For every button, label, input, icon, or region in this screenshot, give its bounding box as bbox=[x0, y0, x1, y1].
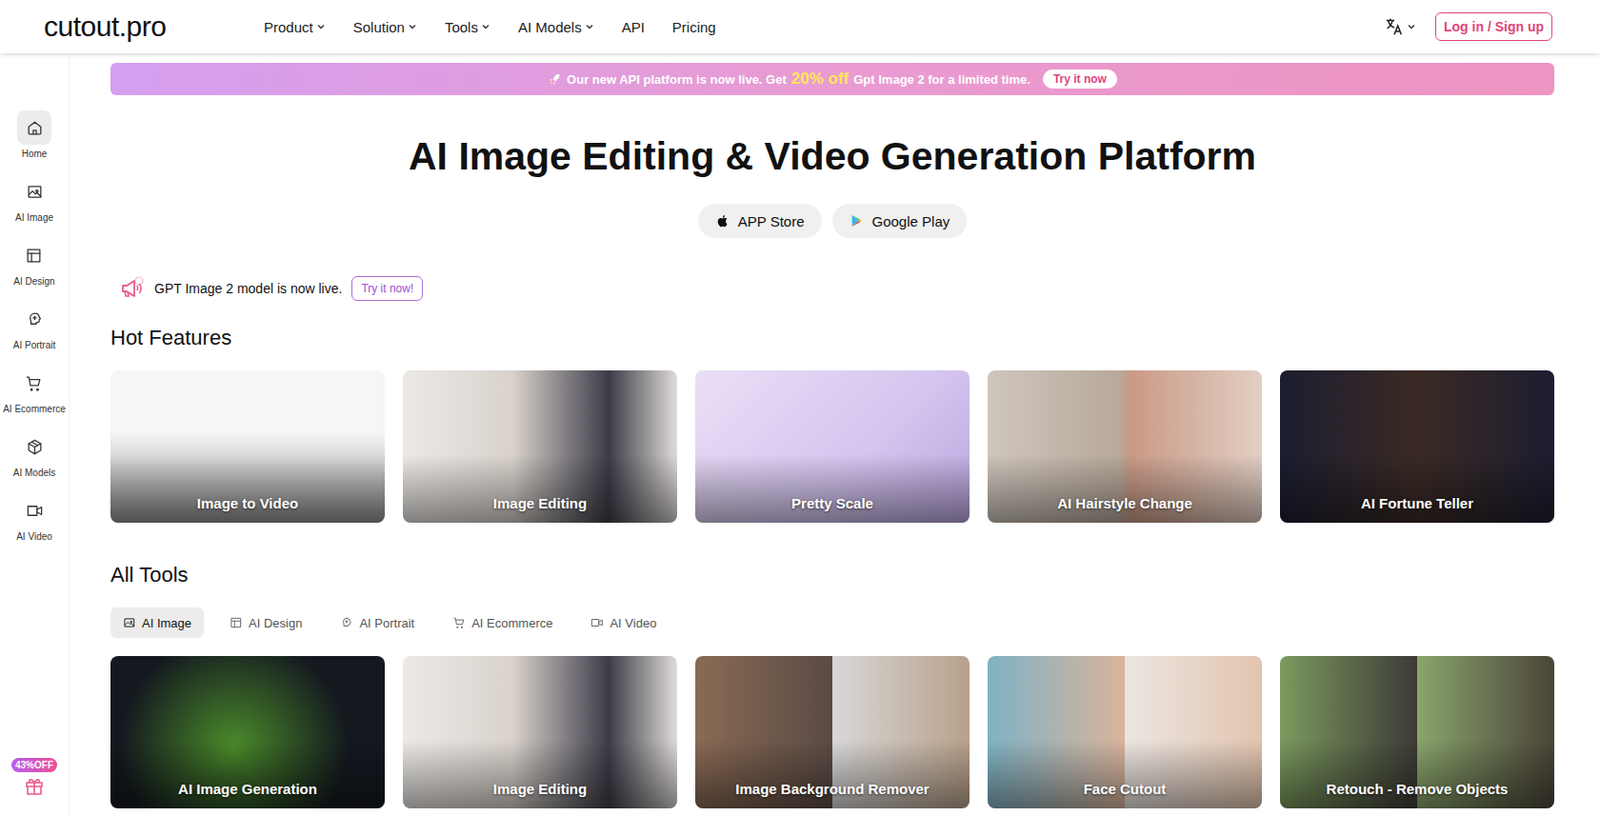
tool-card[interactable]: Image Background Remover bbox=[695, 656, 970, 809]
feature-card[interactable]: AI Fortune Teller bbox=[1280, 370, 1555, 523]
rocket-icon bbox=[547, 72, 562, 87]
store-buttons: APP Store Google Play bbox=[110, 203, 1555, 239]
all-tools-title: All Tools bbox=[110, 561, 1555, 589]
store-button[interactable]: Google Play bbox=[832, 203, 968, 239]
promo[interactable]: 43%OFF bbox=[11, 758, 58, 798]
sidebar-icon-box bbox=[17, 174, 52, 209]
chevron-down-icon bbox=[407, 21, 418, 32]
page: cutout.proProductSolutionToolsAI ModelsA… bbox=[0, 0, 1600, 816]
sidebar-item[interactable]: AI Portrait bbox=[13, 301, 56, 366]
sidebar-item[interactable]: AI Video bbox=[16, 493, 53, 558]
hero-title: AI Image Editing & Video Generation Plat… bbox=[110, 131, 1555, 181]
language-switch[interactable] bbox=[1383, 16, 1417, 38]
main-nav: Product Solution Tools AI Models API Pricing bbox=[263, 19, 717, 36]
tool-card[interactable]: Face Cutout bbox=[987, 656, 1262, 809]
nav-item[interactable]: AI Models bbox=[518, 19, 595, 36]
try-model-button[interactable]: Try it now! bbox=[351, 276, 423, 301]
tool-tab[interactable]: AI Design bbox=[217, 607, 315, 639]
sidebar-icon-box bbox=[17, 429, 52, 464]
sidebar-icon-box bbox=[17, 238, 52, 273]
tool-tab[interactable]: AI Portrait bbox=[327, 607, 427, 639]
hot-features-title: Hot Features bbox=[110, 324, 1555, 352]
discount-badge: 43%OFF bbox=[11, 758, 58, 773]
tab-icon bbox=[229, 616, 243, 630]
chevron-down-icon bbox=[1406, 21, 1417, 32]
sidebar-item[interactable]: AI Ecommerce bbox=[2, 365, 66, 430]
tool-card[interactable]: Retouch - Remove Objects bbox=[1280, 656, 1555, 809]
tab-icon bbox=[122, 616, 137, 630]
tools-grid: AI Image GenerationImage EditingImage Ba… bbox=[110, 656, 1555, 809]
feature-card[interactable]: AI Hairstyle Change bbox=[987, 370, 1262, 523]
feature-card[interactable]: Pretty Scale bbox=[695, 370, 970, 523]
tab-icon bbox=[452, 616, 466, 630]
sidebar-icon-box bbox=[17, 365, 52, 400]
store-button[interactable]: APP Store bbox=[698, 203, 822, 239]
login-button[interactable]: Log in / Sign up bbox=[1435, 12, 1553, 41]
main-content: Our new API platform is now live. Get20%… bbox=[68, 53, 1600, 816]
megaphone-icon bbox=[118, 275, 145, 302]
hot-features-grid: Image to VideoImage EditingPretty ScaleA… bbox=[110, 370, 1555, 523]
body: HomeAI ImageAI DesignAI PortraitAI Ecomm… bbox=[0, 53, 1600, 816]
sidebar-icon-box bbox=[17, 493, 52, 528]
top-right: Log in / Sign up bbox=[1383, 12, 1553, 41]
model-notice: GPT Image 2 model is now live.Try it now… bbox=[110, 275, 1555, 302]
announcement-banner: Our new API platform is now live. Get20%… bbox=[110, 62, 1555, 96]
tool-tab[interactable]: AI Video bbox=[578, 607, 669, 639]
sidebar-icon bbox=[25, 310, 44, 329]
nav-item[interactable]: Product bbox=[263, 19, 326, 36]
tool-tab[interactable]: AI Image bbox=[110, 607, 204, 639]
tool-tabs: AI Image AI Design AI Portrait AI Ecommerce… bbox=[110, 607, 1555, 639]
sidebar-icon bbox=[24, 246, 43, 265]
gift-icon bbox=[22, 774, 46, 798]
nav-item[interactable]: API bbox=[621, 19, 645, 36]
top-bar: cutout.proProduct Solution Tools AI Models A… bbox=[0, 0, 1600, 54]
apple-icon bbox=[715, 213, 731, 229]
sidebar-item[interactable]: Home bbox=[17, 110, 52, 175]
sidebar: HomeAI ImageAI DesignAI PortraitAI Ecomm… bbox=[0, 53, 69, 816]
nav-item[interactable]: Pricing bbox=[672, 19, 717, 36]
sidebar-icon-box bbox=[17, 110, 52, 145]
sidebar-icon bbox=[25, 119, 44, 138]
tool-card[interactable]: AI Image Generation bbox=[110, 656, 385, 809]
tool-tab[interactable]: AI Ecommerce bbox=[440, 607, 565, 639]
sidebar-item[interactable]: AI Image bbox=[15, 174, 54, 239]
logo[interactable]: cutout.pro bbox=[43, 10, 264, 43]
nav-item[interactable]: Tools bbox=[444, 19, 491, 36]
sidebar-icon-box bbox=[17, 301, 52, 337]
sidebar-icon bbox=[25, 182, 44, 201]
translate-icon bbox=[1383, 16, 1405, 38]
sidebar-icon bbox=[25, 501, 44, 520]
tool-card[interactable]: Image Editing bbox=[402, 656, 678, 809]
sidebar-icon bbox=[25, 438, 44, 457]
sidebar-icon bbox=[24, 374, 43, 393]
sidebar-item[interactable]: AI Models bbox=[13, 429, 56, 494]
chevron-down-icon bbox=[316, 21, 326, 32]
chevron-down-icon bbox=[480, 21, 491, 32]
feature-card[interactable]: Image Editing bbox=[402, 370, 678, 523]
nav-item[interactable]: Solution bbox=[353, 19, 418, 36]
google-play-icon bbox=[849, 213, 865, 229]
feature-card[interactable]: Image to Video bbox=[110, 370, 385, 523]
tab-icon bbox=[590, 616, 604, 630]
tab-icon bbox=[340, 616, 354, 630]
try-now-button[interactable]: Try it now bbox=[1042, 69, 1118, 89]
sidebar-item[interactable]: AI Design bbox=[13, 238, 55, 302]
chevron-down-icon bbox=[584, 21, 595, 32]
